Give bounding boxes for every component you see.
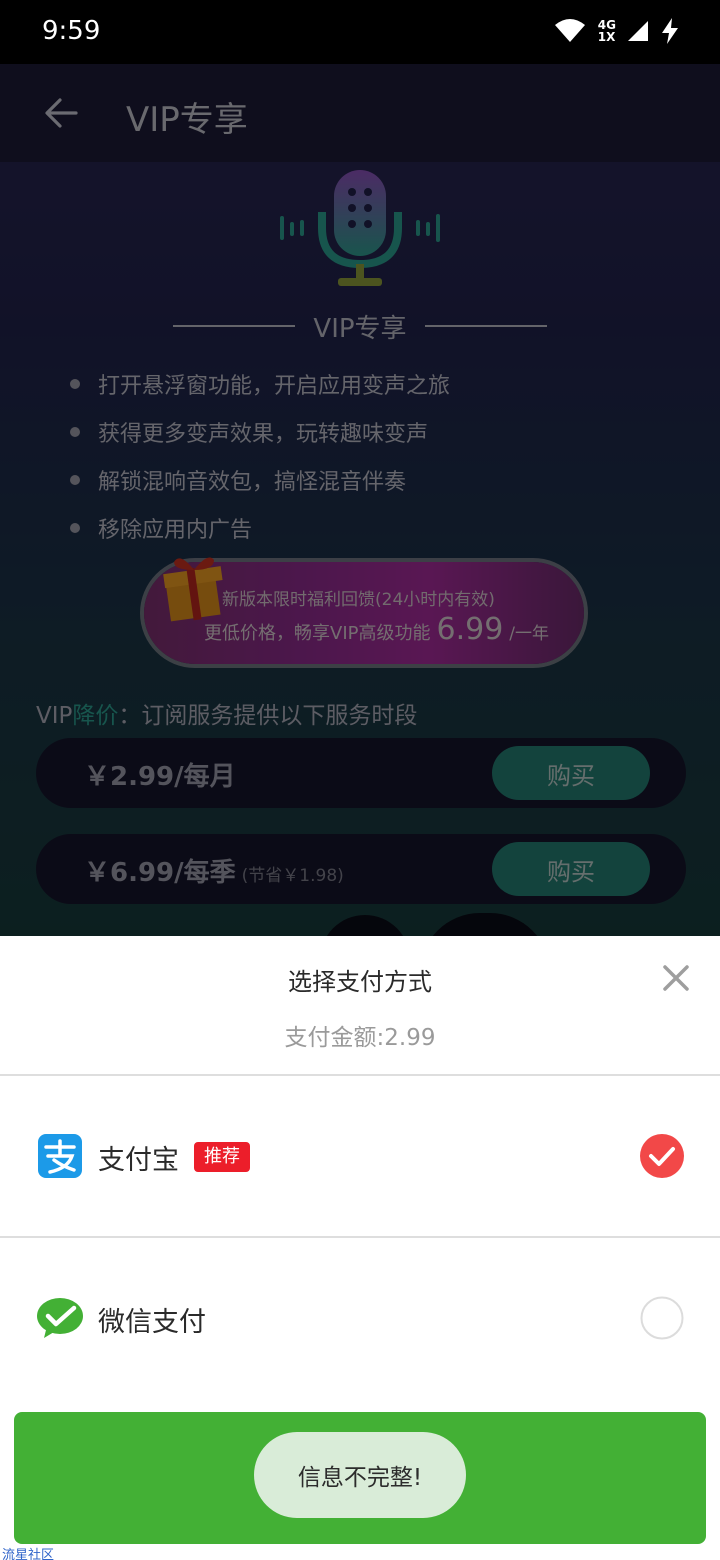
radio-unchecked-icon[interactable]: [640, 1296, 684, 1340]
modal-scrim[interactable]: [0, 64, 720, 936]
alipay-icon: [38, 1134, 82, 1178]
payment-option-label: 支付宝: [98, 1145, 179, 1176]
network-indicator: 4G 1X: [598, 19, 616, 43]
divider: [0, 1236, 720, 1238]
battery-charging-icon: [662, 18, 678, 44]
toast-message: 信息不完整!: [254, 1432, 466, 1518]
network-sub: 1X: [597, 30, 616, 44]
payment-option-wechat[interactable]: 微信支付: [0, 1268, 720, 1368]
payment-option-alipay[interactable]: 支付宝 推荐: [0, 1106, 720, 1206]
radio-checked-icon[interactable]: [640, 1134, 684, 1178]
divider: [0, 1074, 720, 1076]
payment-option-label: 微信支付: [98, 1307, 206, 1338]
watermark: 流星社区: [2, 1548, 55, 1560]
payment-amount: 支付金额:2.99: [284, 1025, 436, 1051]
wifi-icon: [554, 19, 585, 42]
close-icon[interactable]: [662, 964, 690, 992]
status-time: 9:59: [42, 16, 101, 46]
sheet-title: 选择支付方式: [288, 968, 432, 996]
status-bar: 9:59 4G 1X: [0, 0, 720, 64]
wechat-pay-icon: [37, 1298, 83, 1338]
signal-icon: [628, 21, 648, 41]
status-icons: 4G 1X: [554, 18, 680, 44]
recommend-badge: 推荐: [194, 1142, 250, 1172]
